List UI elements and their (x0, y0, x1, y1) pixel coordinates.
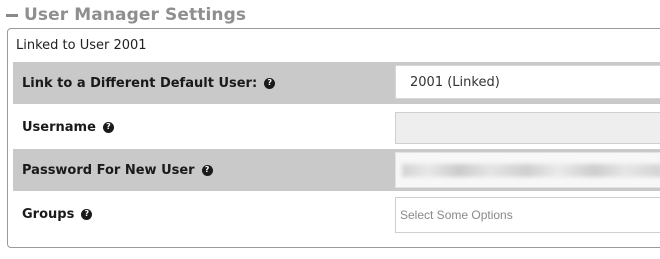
username-input[interactable] (395, 112, 660, 144)
question-circle-icon[interactable]: ? (264, 77, 276, 89)
question-circle-icon[interactable]: ? (201, 164, 213, 176)
groups-label: Groups (22, 206, 75, 222)
password-value-cell (388, 149, 660, 191)
groups-label-cell: Groups ? (13, 193, 388, 235)
minus-icon[interactable] (6, 14, 18, 17)
default-user-label-cell: Link to a Different Default User: ? (13, 62, 388, 104)
password-input[interactable] (395, 152, 660, 188)
username-value-cell (388, 106, 660, 148)
linked-status-text: Linked to User 2001 (16, 38, 147, 53)
section-title: User Manager Settings (24, 5, 247, 25)
username-row: Username ? (13, 106, 660, 148)
question-circle-icon[interactable]: ? (102, 121, 114, 133)
groups-value-cell: Select Some Options (388, 193, 660, 235)
section-header[interactable]: User Manager Settings (6, 4, 246, 26)
default-user-value-cell: 2001 (Linked) (388, 62, 660, 104)
password-masked-value (402, 164, 660, 177)
groups-multiselect[interactable]: Select Some Options (395, 197, 660, 233)
username-label: Username (22, 119, 96, 135)
username-label-cell: Username ? (13, 106, 388, 148)
password-row: Password For New User ? (13, 149, 660, 191)
password-label: Password For New User (22, 162, 195, 178)
password-label-cell: Password For New User ? (13, 149, 388, 191)
user-manager-settings-panel: User Manager Settings Linked to User 200… (0, 0, 660, 259)
default-user-select[interactable]: 2001 (Linked) (395, 65, 660, 99)
groups-row: Groups ? Select Some Options (13, 193, 660, 235)
default-user-row: Link to a Different Default User: ? 2001… (13, 62, 660, 104)
question-circle-icon[interactable]: ? (81, 208, 93, 220)
default-user-label: Link to a Different Default User: (22, 75, 258, 91)
